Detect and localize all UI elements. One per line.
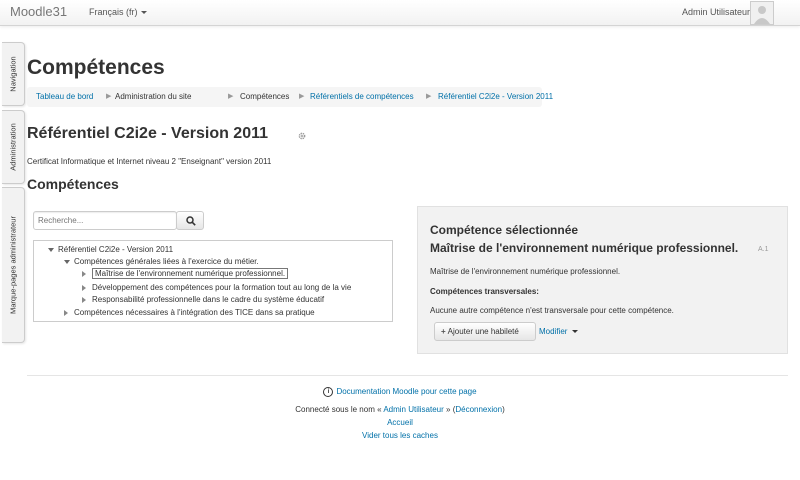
footer-user-link[interactable]: Admin Utilisateur [383, 405, 443, 414]
language-menu[interactable]: Français (fr) [89, 7, 147, 17]
footer-doc-line: i Documentation Moodle pour cette page [0, 387, 800, 397]
gear-icon[interactable] [298, 132, 306, 140]
breadcrumb-separator-icon: ▶ [426, 93, 432, 100]
tree-group-integration[interactable]: Compétences nécessaires à l'intégration … [64, 308, 315, 317]
search-button[interactable] [176, 211, 204, 230]
site-brand-link[interactable]: Moodle31 [10, 4, 67, 19]
breadcrumb-separator-icon: ▶ [106, 93, 112, 100]
breadcrumb-dashboard[interactable]: Tableau de bord [36, 87, 93, 107]
selected-heading: Compétence sélectionnée [430, 223, 579, 237]
moodle-docs-link[interactable]: Documentation Moodle pour cette page [336, 387, 476, 396]
caret-down-icon [572, 330, 579, 334]
collapse-right-icon [82, 284, 86, 291]
competencies-heading: Compétences [27, 176, 119, 192]
tree-group-general[interactable]: Compétences générales liées à l'exercice… [64, 257, 259, 266]
home-link[interactable]: Accueil [387, 418, 413, 427]
breadcrumb-separator-icon: ▶ [299, 93, 305, 100]
tree-item[interactable]: Développement des compétences pour la fo… [82, 283, 351, 292]
user-menu-name[interactable]: Admin Utilisateur [682, 7, 750, 17]
footer-login-info: Connecté sous le nom « Admin Utilisateur… [295, 405, 505, 414]
selected-competency-name: Maîtrise de l'environnement numérique pr… [430, 241, 739, 255]
navigation-tab[interactable]: Navigation [2, 42, 25, 106]
framework-description: Certificat Informatique et Internet nive… [27, 157, 272, 166]
expand-down-icon [48, 247, 54, 252]
collapse-right-icon [82, 270, 86, 277]
footer-purge: Vider tous les caches [0, 431, 800, 440]
top-navbar: Moodle31 Français (fr) Admin Utilisateur [0, 0, 800, 26]
caret-down-icon [140, 11, 147, 15]
page-title: Compétences [27, 56, 165, 79]
competency-description: Maîtrise de l'environnement numérique pr… [430, 267, 621, 276]
add-skill-label: Ajouter une habileté [447, 327, 519, 336]
footer-home: Accueil [0, 418, 800, 427]
language-label: Français (fr) [89, 7, 138, 17]
breadcrumb-framework[interactable]: Référentiel C2i2e - Version 2011 [438, 87, 553, 107]
info-icon: i [323, 387, 334, 397]
logout-link[interactable]: Déconnexion [455, 405, 502, 414]
tree-root[interactable]: Référentiel C2i2e - Version 2011 [48, 245, 173, 254]
admin-bookmarks-tab[interactable]: Marque-pages administrateur [2, 187, 25, 343]
selected-competency-panel: Compétence sélectionnée Maîtrise de l'en… [417, 206, 788, 354]
navigation-tab-label: Navigation [8, 56, 18, 92]
breadcrumb-competencies: Compétences [240, 92, 290, 101]
edit-menu-link[interactable]: Modifier [539, 327, 579, 336]
breadcrumb-site-admin: Administration du site [115, 92, 192, 101]
collapse-right-icon [82, 296, 86, 303]
breadcrumb: Tableau de bord ▶ Administration du site… [27, 87, 553, 107]
transversal-label: Compétences transversales: [430, 287, 539, 296]
admin-bookmarks-tab-label: Marque-pages administrateur [8, 216, 18, 314]
breadcrumb-frameworks[interactable]: Référentiels de compétences [310, 87, 414, 107]
collapse-right-icon [64, 309, 68, 316]
competency-idnumber: A.1 [758, 246, 769, 253]
search-icon [186, 216, 196, 226]
edit-label: Modifier [539, 327, 568, 336]
breadcrumb-separator-icon: ▶ [228, 93, 234, 100]
add-skill-button[interactable]: + Ajouter une habileté [434, 322, 536, 341]
transversal-text: Aucune autre compétence n'est transversa… [430, 306, 674, 315]
user-avatar-icon[interactable] [750, 1, 774, 25]
purge-caches-link[interactable]: Vider tous les caches [362, 431, 438, 440]
competency-tree: Référentiel C2i2e - Version 2011 Compéte… [33, 240, 393, 322]
administration-tab[interactable]: Administration [2, 110, 25, 184]
framework-title: Référentiel C2i2e - Version 2011 [27, 125, 269, 142]
administration-tab-label: Administration [8, 123, 18, 171]
expand-down-icon [64, 259, 70, 264]
tree-item[interactable]: Responsabilité professionnelle dans le c… [82, 295, 324, 304]
footer-divider [27, 375, 788, 376]
search-input[interactable] [33, 211, 177, 230]
plus-icon: + [441, 327, 446, 336]
tree-item-selected[interactable]: Maîtrise de l'environnement numérique pr… [82, 268, 289, 279]
